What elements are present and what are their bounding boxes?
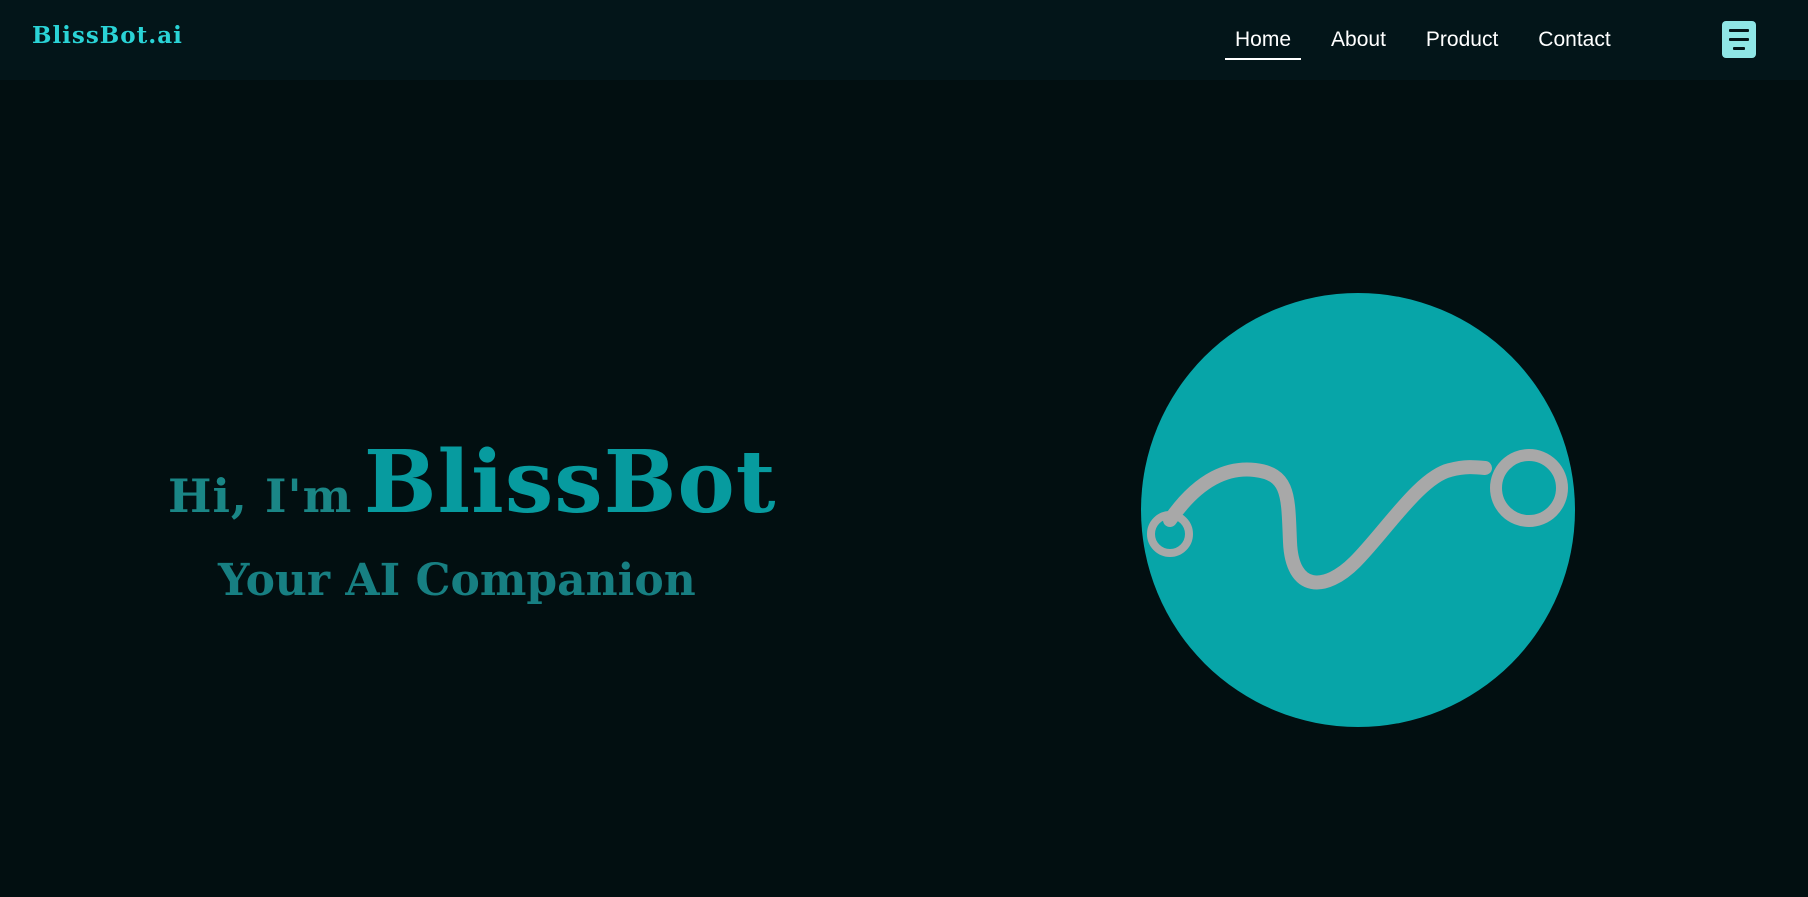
menu-bar-icon	[1729, 38, 1749, 41]
nav-links: Home About Product Contact	[1225, 26, 1641, 60]
nav-link-product[interactable]: Product	[1416, 26, 1508, 58]
hamburger-menu-icon[interactable]	[1722, 21, 1756, 58]
nav-link-about[interactable]: About	[1321, 26, 1396, 58]
hero-title: Hi, I'm BlissBot	[168, 432, 776, 533]
hero-brand-name: BlissBot	[363, 432, 777, 533]
hero-section: Hi, I'm BlissBot Your AI Companion	[0, 80, 1808, 897]
menu-bar-icon	[1733, 47, 1745, 50]
nav-link-contact[interactable]: Contact	[1528, 26, 1620, 58]
nav-link-home[interactable]: Home	[1225, 26, 1302, 60]
hero-greeting: Hi, I'm	[168, 469, 353, 523]
menu-bar-icon	[1729, 29, 1749, 32]
bot-cable-orb-icon	[1141, 293, 1575, 727]
hero-subtitle: Your AI Companion	[218, 555, 696, 606]
top-navbar: BlissBot.ai Home About Product Contact	[0, 0, 1808, 80]
site-logo[interactable]: BlissBot.ai	[32, 22, 183, 49]
